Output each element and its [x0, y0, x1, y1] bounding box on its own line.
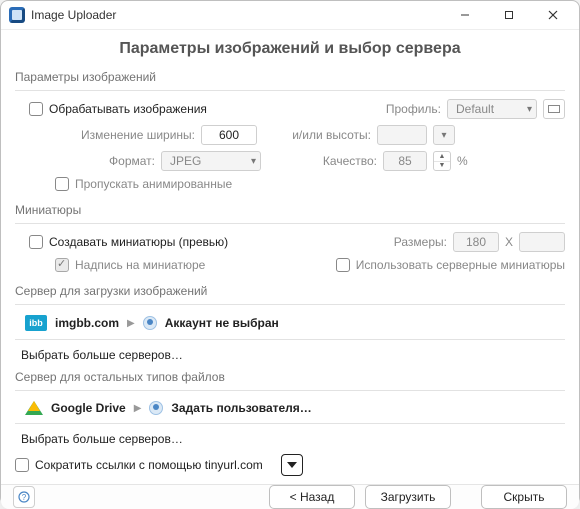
- resize-width-input[interactable]: [201, 125, 257, 145]
- create-thumbs-checkbox[interactable]: [29, 235, 43, 249]
- file-server-name: Google Drive: [51, 401, 126, 415]
- google-drive-icon: [25, 401, 43, 415]
- svg-text:?: ?: [22, 493, 27, 502]
- footer: ? < Назад Загрузить Скрыть: [1, 484, 579, 509]
- image-server-row[interactable]: ibb imgbb.com ▶ Аккаунт не выбран: [15, 311, 565, 335]
- thumb-size-label: Размеры:: [394, 235, 447, 249]
- divider: [15, 304, 565, 305]
- format-label: Формат:: [55, 154, 155, 168]
- app-title: Image Uploader: [31, 8, 116, 22]
- format-select[interactable]: JPEG ▾: [161, 151, 261, 171]
- thumb-caption-checkbox[interactable]: [55, 258, 69, 272]
- chevron-right-icon: ▶: [127, 318, 135, 329]
- shorten-options-button[interactable]: [281, 454, 303, 476]
- maximize-button[interactable]: [487, 1, 531, 29]
- thumb-caption-label: Надпись на миниатюре: [75, 258, 205, 272]
- user-icon: [149, 401, 163, 415]
- divider: [15, 423, 565, 424]
- thumb-x-label: X: [505, 235, 513, 249]
- user-icon: [143, 316, 157, 330]
- group-file-server-title: Сервер для остальных типов файлов: [15, 366, 565, 386]
- group-image-server-title: Сервер для загрузки изображений: [15, 280, 565, 300]
- server-thumbs-label: Использовать серверные миниатюры: [356, 258, 565, 272]
- resize-mode-select[interactable]: ▾: [433, 125, 455, 145]
- page-title: Параметры изображений и выбор сервера: [1, 30, 579, 66]
- upload-button[interactable]: Загрузить: [365, 485, 451, 509]
- image-server-account[interactable]: Аккаунт не выбран: [165, 316, 279, 330]
- process-images-label: Обрабатывать изображения: [49, 102, 207, 116]
- back-button[interactable]: < Назад: [269, 485, 355, 509]
- resize-height-label: и/или высоты:: [287, 128, 371, 142]
- quality-label: Качество:: [309, 154, 377, 168]
- chevron-down-icon: ▾: [441, 130, 446, 141]
- group-thumbs-title: Миниатюры: [15, 199, 565, 219]
- thumb-width-input[interactable]: [453, 232, 499, 252]
- thumb-height-input[interactable]: [519, 232, 565, 252]
- shorten-links-checkbox[interactable]: [15, 458, 29, 472]
- profile-select[interactable]: Default ▾: [447, 99, 537, 119]
- hide-button[interactable]: Скрыть: [481, 485, 567, 509]
- group-params-title: Параметры изображений: [15, 66, 565, 86]
- chevron-right-icon: ▶: [134, 403, 142, 414]
- process-images-checkbox[interactable]: [29, 102, 43, 116]
- profile-label: Профиль:: [383, 102, 441, 116]
- quality-stepper[interactable]: ▲▼: [433, 151, 451, 171]
- chevron-down-icon: ▾: [527, 104, 532, 115]
- create-thumbs-label: Создавать миниатюры (превью): [49, 235, 228, 249]
- app-icon: [9, 7, 25, 23]
- minimize-button[interactable]: [443, 1, 487, 29]
- image-server-name: imgbb.com: [55, 316, 119, 330]
- file-server-account[interactable]: Задать пользователя…: [171, 401, 311, 415]
- skip-animated-checkbox[interactable]: [55, 177, 69, 191]
- titlebar: Image Uploader: [1, 1, 579, 30]
- quality-input[interactable]: [383, 151, 427, 171]
- divider: [15, 223, 565, 224]
- window: Image Uploader Параметры изображений и в…: [0, 0, 580, 505]
- file-server-more[interactable]: Выбрать больше серверов…: [21, 432, 183, 446]
- image-server-more[interactable]: Выбрать больше серверов…: [21, 348, 183, 362]
- imgbb-icon: ibb: [25, 315, 47, 331]
- quality-unit: %: [457, 154, 468, 168]
- resize-width-label: Изменение ширины:: [55, 128, 195, 142]
- skip-animated-label: Пропускать анимированные: [75, 177, 232, 191]
- divider: [15, 390, 565, 391]
- divider: [15, 90, 565, 91]
- chevron-down-icon: [287, 462, 297, 468]
- divider: [15, 339, 565, 340]
- file-server-row[interactable]: Google Drive ▶ Задать пользователя…: [15, 397, 565, 419]
- close-button[interactable]: [531, 1, 575, 29]
- shorten-links-label: Сократить ссылки с помощью tinyurl.com: [35, 458, 263, 472]
- server-thumbs-checkbox[interactable]: [336, 258, 350, 272]
- chevron-down-icon: ▾: [251, 156, 256, 167]
- profile-manage-button[interactable]: [543, 99, 565, 119]
- content: Параметры изображений Обрабатывать изобр…: [1, 66, 579, 484]
- resize-height-input[interactable]: [377, 125, 427, 145]
